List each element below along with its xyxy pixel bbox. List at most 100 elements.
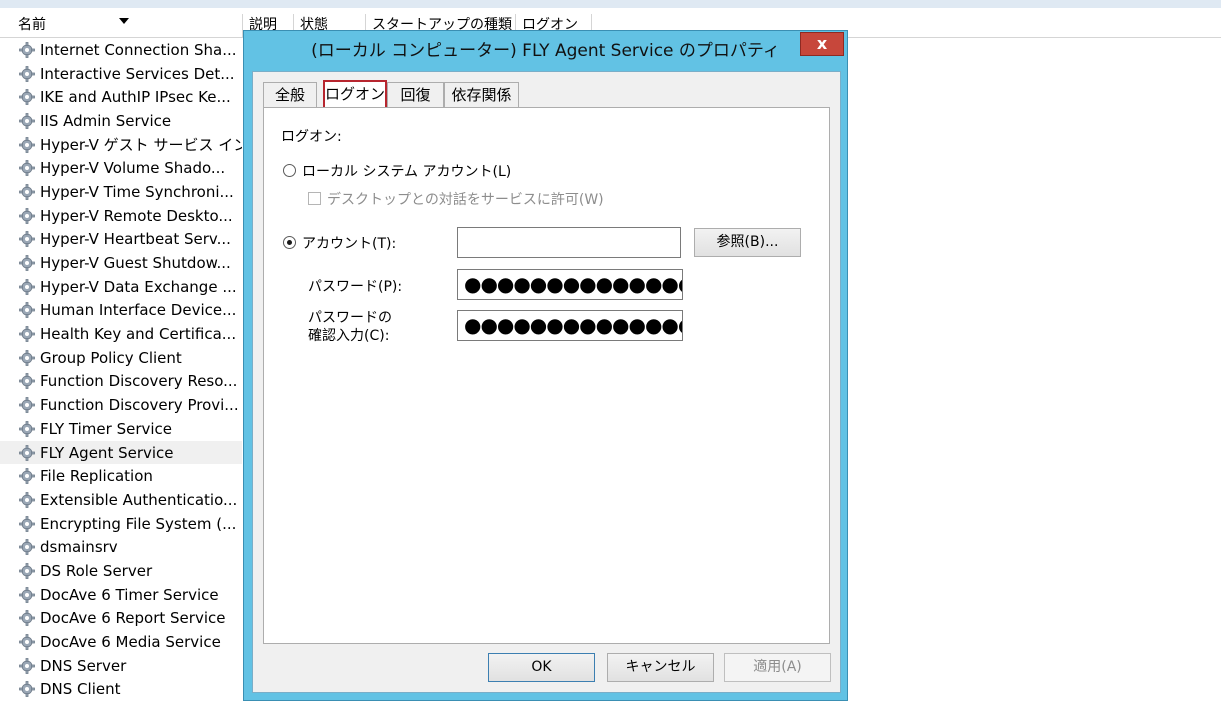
gear-icon (18, 538, 36, 556)
service-name: Health Key and Certifica... (40, 325, 237, 344)
service-row[interactable]: Function Discovery Provi... (0, 393, 242, 417)
password-label: パスワード(P): (308, 279, 403, 295)
service-name: DNS Client (40, 680, 121, 699)
gear-icon (18, 372, 36, 390)
service-row[interactable]: DNS Client (0, 678, 242, 702)
account-radio[interactable] (283, 236, 296, 249)
apply-button[interactable]: 適用(A) (724, 653, 831, 682)
service-name: Extensible Authenticatio... (40, 490, 238, 509)
service-name: DocAve 6 Timer Service (40, 585, 219, 604)
gear-icon (18, 207, 36, 225)
properties-dialog: (ローカル コンピューター) FLY Agent Service のプロパティ … (243, 30, 848, 701)
service-name: Hyper-V Guest Shutdow... (40, 254, 231, 273)
close-button[interactable]: x (800, 32, 844, 56)
gear-icon (18, 680, 36, 698)
service-row[interactable]: DNS Server (0, 654, 242, 678)
service-name: IKE and AuthIP IPsec Ke... (40, 88, 231, 107)
local-system-label[interactable]: ローカル システム アカウント(L) (302, 161, 511, 181)
service-row[interactable]: Hyper-V Data Exchange ... (0, 275, 242, 299)
desktop-interact-label: デスクトップとの対話をサービスに許可(W) (327, 192, 604, 208)
service-row[interactable]: File Replication (0, 464, 242, 488)
service-row[interactable]: Hyper-V Volume Shado... (0, 156, 242, 180)
service-row[interactable]: dsmainsrv (0, 535, 242, 559)
gear-icon (18, 112, 36, 130)
service-name: Encrypting File System (... (40, 514, 237, 533)
column-header-label: 名前 (18, 17, 46, 33)
service-name: Interactive Services Det... (40, 64, 235, 83)
service-row[interactable]: Health Key and Certifica... (0, 322, 242, 346)
gear-icon (18, 420, 36, 438)
service-name: FLY Agent Service (40, 443, 174, 462)
service-row[interactable]: IIS Admin Service (0, 109, 242, 133)
service-name: Function Discovery Reso... (40, 372, 238, 391)
service-row[interactable]: Hyper-V Remote Deskto... (0, 204, 242, 228)
service-row[interactable]: Interactive Services Det... (0, 62, 242, 86)
gear-icon (18, 183, 36, 201)
service-name: File Replication (40, 467, 153, 486)
service-name: DS Role Server (40, 561, 153, 580)
window-top-strip (0, 0, 1221, 8)
logon-tab-panel: ログオン: ローカル システム アカウント(L) デスクトップとの対話をサービス… (263, 107, 830, 644)
close-icon: x (816, 34, 828, 53)
service-row[interactable]: Group Policy Client (0, 346, 242, 370)
gear-icon (18, 491, 36, 509)
ok-button[interactable]: OK (488, 653, 595, 682)
gear-icon (18, 88, 36, 106)
local-system-radio[interactable] (283, 164, 296, 177)
service-row[interactable]: DS Role Server (0, 559, 242, 583)
service-row[interactable]: Encrypting File System (... (0, 512, 242, 536)
tab-logon[interactable]: ログオン (323, 80, 387, 108)
service-row[interactable]: Human Interface Device... (0, 299, 242, 323)
cancel-button[interactable]: キャンセル (607, 653, 714, 682)
service-row[interactable]: IKE and AuthIP IPsec Ke... (0, 85, 242, 109)
gear-icon (18, 325, 36, 343)
service-row[interactable]: DocAve 6 Report Service (0, 607, 242, 631)
gear-icon (18, 609, 36, 627)
service-name: Hyper-V Volume Shado... (40, 159, 226, 178)
service-name: Group Policy Client (40, 348, 182, 367)
browse-button[interactable]: 参照(B)... (694, 228, 801, 257)
gear-icon (18, 301, 36, 319)
service-row[interactable]: Function Discovery Reso... (0, 370, 242, 394)
sort-descending-icon (119, 18, 129, 24)
service-row[interactable]: FLY Timer Service (0, 417, 242, 441)
service-row[interactable]: Internet Connection Sha... (0, 38, 242, 62)
service-name: Human Interface Device... (40, 301, 237, 320)
service-name: DNS Server (40, 656, 127, 675)
password-input[interactable]: ●●●●●●●●●●●●●●● (457, 269, 683, 300)
desktop-interact-checkbox[interactable] (308, 192, 321, 205)
service-row[interactable]: FLY Agent Service (0, 440, 242, 465)
service-name: IIS Admin Service (40, 111, 172, 130)
account-label[interactable]: アカウント(T): (302, 233, 396, 253)
gear-icon (18, 633, 36, 651)
gear-icon (18, 136, 36, 154)
service-name: Hyper-V Data Exchange ... (40, 277, 237, 296)
service-row[interactable]: DocAve 6 Media Service (0, 630, 242, 654)
service-name: Hyper-V Heartbeat Serv... (40, 230, 231, 249)
gear-icon (18, 159, 36, 177)
tab-general[interactable]: 全般 (263, 82, 317, 108)
gear-icon (18, 349, 36, 367)
gear-icon (18, 467, 36, 485)
account-input[interactable] (457, 227, 681, 258)
gear-icon (18, 254, 36, 272)
service-name: Function Discovery Provi... (40, 396, 239, 415)
service-row[interactable]: Hyper-V ゲスト サービス イン... (0, 133, 242, 157)
dialog-title: (ローカル コンピューター) FLY Agent Service のプロパティ (311, 41, 780, 61)
gear-icon (18, 396, 36, 414)
logon-section-label: ログオン: (281, 129, 342, 145)
service-row[interactable]: Hyper-V Time Synchroni... (0, 180, 242, 204)
tab-dependencies[interactable]: 依存関係 (444, 82, 519, 108)
gear-icon (18, 41, 36, 59)
service-row[interactable]: Hyper-V Guest Shutdow... (0, 251, 242, 275)
service-name: DocAve 6 Report Service (40, 609, 226, 628)
gear-icon (18, 444, 36, 462)
service-row[interactable]: DocAve 6 Timer Service (0, 583, 242, 607)
confirm-password-input[interactable]: ●●●●●●●●●●●●●●● (457, 310, 683, 341)
service-row[interactable]: Hyper-V Heartbeat Serv... (0, 228, 242, 252)
service-row[interactable]: Extensible Authenticatio... (0, 488, 242, 512)
tab-recovery[interactable]: 回復 (387, 82, 444, 108)
service-name: dsmainsrv (40, 538, 118, 557)
service-name: Internet Connection Sha... (40, 40, 237, 59)
service-name: FLY Timer Service (40, 419, 173, 438)
